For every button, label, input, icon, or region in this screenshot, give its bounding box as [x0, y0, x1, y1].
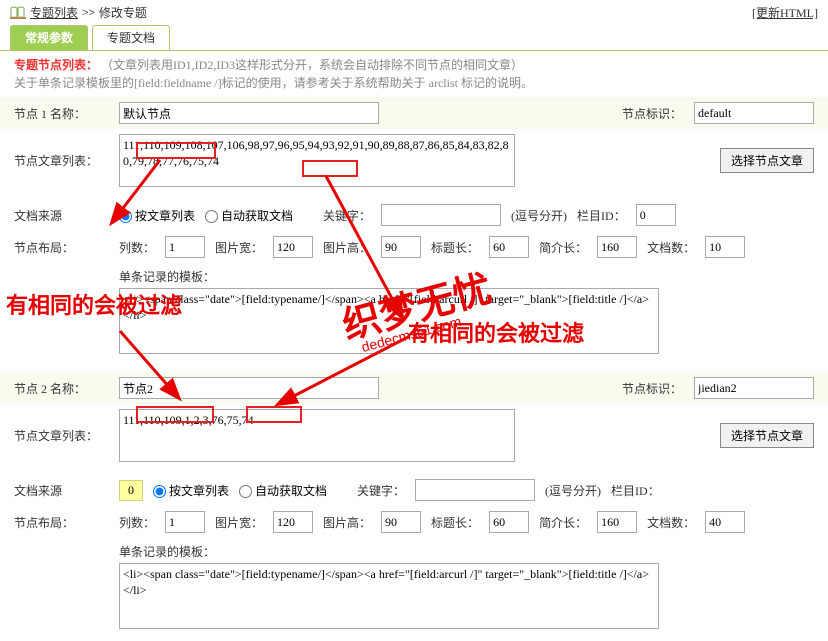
tab-topic-docs[interactable]: 专题文档 — [92, 25, 170, 50]
breadcrumb-separator-icon: >> — [82, 7, 95, 19]
node2-docnum-input[interactable] — [705, 511, 745, 533]
node1-colid-label: 栏目ID： — [577, 207, 626, 224]
node1-introlen-input[interactable] — [597, 236, 637, 258]
node1-source-label: 文档来源 — [14, 207, 119, 224]
breadcrumb-topic-list[interactable]: 专题列表 — [30, 4, 78, 21]
node2-mark-input[interactable] — [694, 377, 814, 399]
node1-cols-input[interactable] — [165, 236, 205, 258]
node1-article-list-label: 节点文章列表： — [14, 152, 119, 169]
tip-title: 专题节点列表： — [14, 58, 98, 72]
node1-mark-input[interactable] — [694, 102, 814, 124]
node2-name-label: 节点 2 名称： — [14, 380, 119, 397]
tip-line1: （文章列表用ID1,ID2,ID3这样形式分开，系统会自动排除不同节点的相同文章… — [101, 58, 523, 72]
node2-article-list-label: 节点文章列表： — [14, 427, 119, 444]
node1-colid-input[interactable] — [636, 204, 676, 226]
node2-titlelen-input[interactable] — [489, 511, 529, 533]
node2-comma-hint: (逗号分开) — [545, 482, 601, 499]
node2-keyword-label: 关键字： — [357, 482, 405, 499]
breadcrumb-edit-topic: 修改专题 — [99, 4, 147, 21]
node2-layout-label: 节点布局： — [14, 514, 119, 531]
node2-imgh-input[interactable] — [381, 511, 421, 533]
node2-radio-by-list[interactable]: 按文章列表 — [153, 482, 229, 499]
node2-cols-input[interactable] — [165, 511, 205, 533]
node2-introlen-input[interactable] — [597, 511, 637, 533]
node1-name-label: 节点 1 名称： — [14, 105, 119, 122]
update-html-link[interactable]: [更新HTML] — [752, 4, 818, 21]
node2-mark-label: 节点标识： — [622, 380, 682, 397]
breadcrumb: 专题列表 >> 修改专题 — [10, 4, 147, 21]
node2-source-label: 文档来源 — [14, 482, 119, 499]
tab-general-params[interactable]: 常规参数 — [10, 25, 88, 50]
node2-radio-auto[interactable]: 自动获取文档 — [239, 482, 327, 499]
node1-comma-hint: (逗号分开) — [511, 207, 567, 224]
annotation-arrow-3-icon — [286, 176, 416, 336]
node2-keyword-badge: 0 — [119, 480, 143, 501]
node2-select-article-button[interactable]: 选择节点文章 — [720, 423, 814, 448]
node1-titlelen-input[interactable] — [489, 236, 529, 258]
tip-line2: 关于单条记录模板里的[field:fieldname /]标记的使用，请参考关于… — [14, 76, 533, 90]
node1-select-article-button[interactable]: 选择节点文章 — [720, 148, 814, 173]
node2-colid-label: 栏目ID： — [611, 482, 660, 499]
node1-mark-label: 节点标识： — [622, 105, 682, 122]
node2-imgw-input[interactable] — [273, 511, 313, 533]
annotation-arrow-2-icon — [120, 326, 190, 406]
node2-article-list-textarea[interactable] — [119, 409, 515, 462]
node1-tpl-label: 单条记录的模板： — [119, 270, 215, 284]
annotation-arrow-1-icon — [110, 150, 170, 230]
node2-keyword-input[interactable] — [415, 479, 535, 501]
node2-tpl-label: 单条记录的模板： — [119, 545, 215, 559]
book-icon — [10, 6, 26, 20]
node2-tpl-textarea[interactable] — [119, 563, 659, 629]
node1-docnum-input[interactable] — [705, 236, 745, 258]
annotation-arrow-4-icon — [280, 336, 420, 416]
node1-layout-label: 节点布局： — [14, 239, 119, 256]
node1-name-input[interactable] — [119, 102, 379, 124]
node1-radio-auto[interactable]: 自动获取文档 — [205, 207, 293, 224]
